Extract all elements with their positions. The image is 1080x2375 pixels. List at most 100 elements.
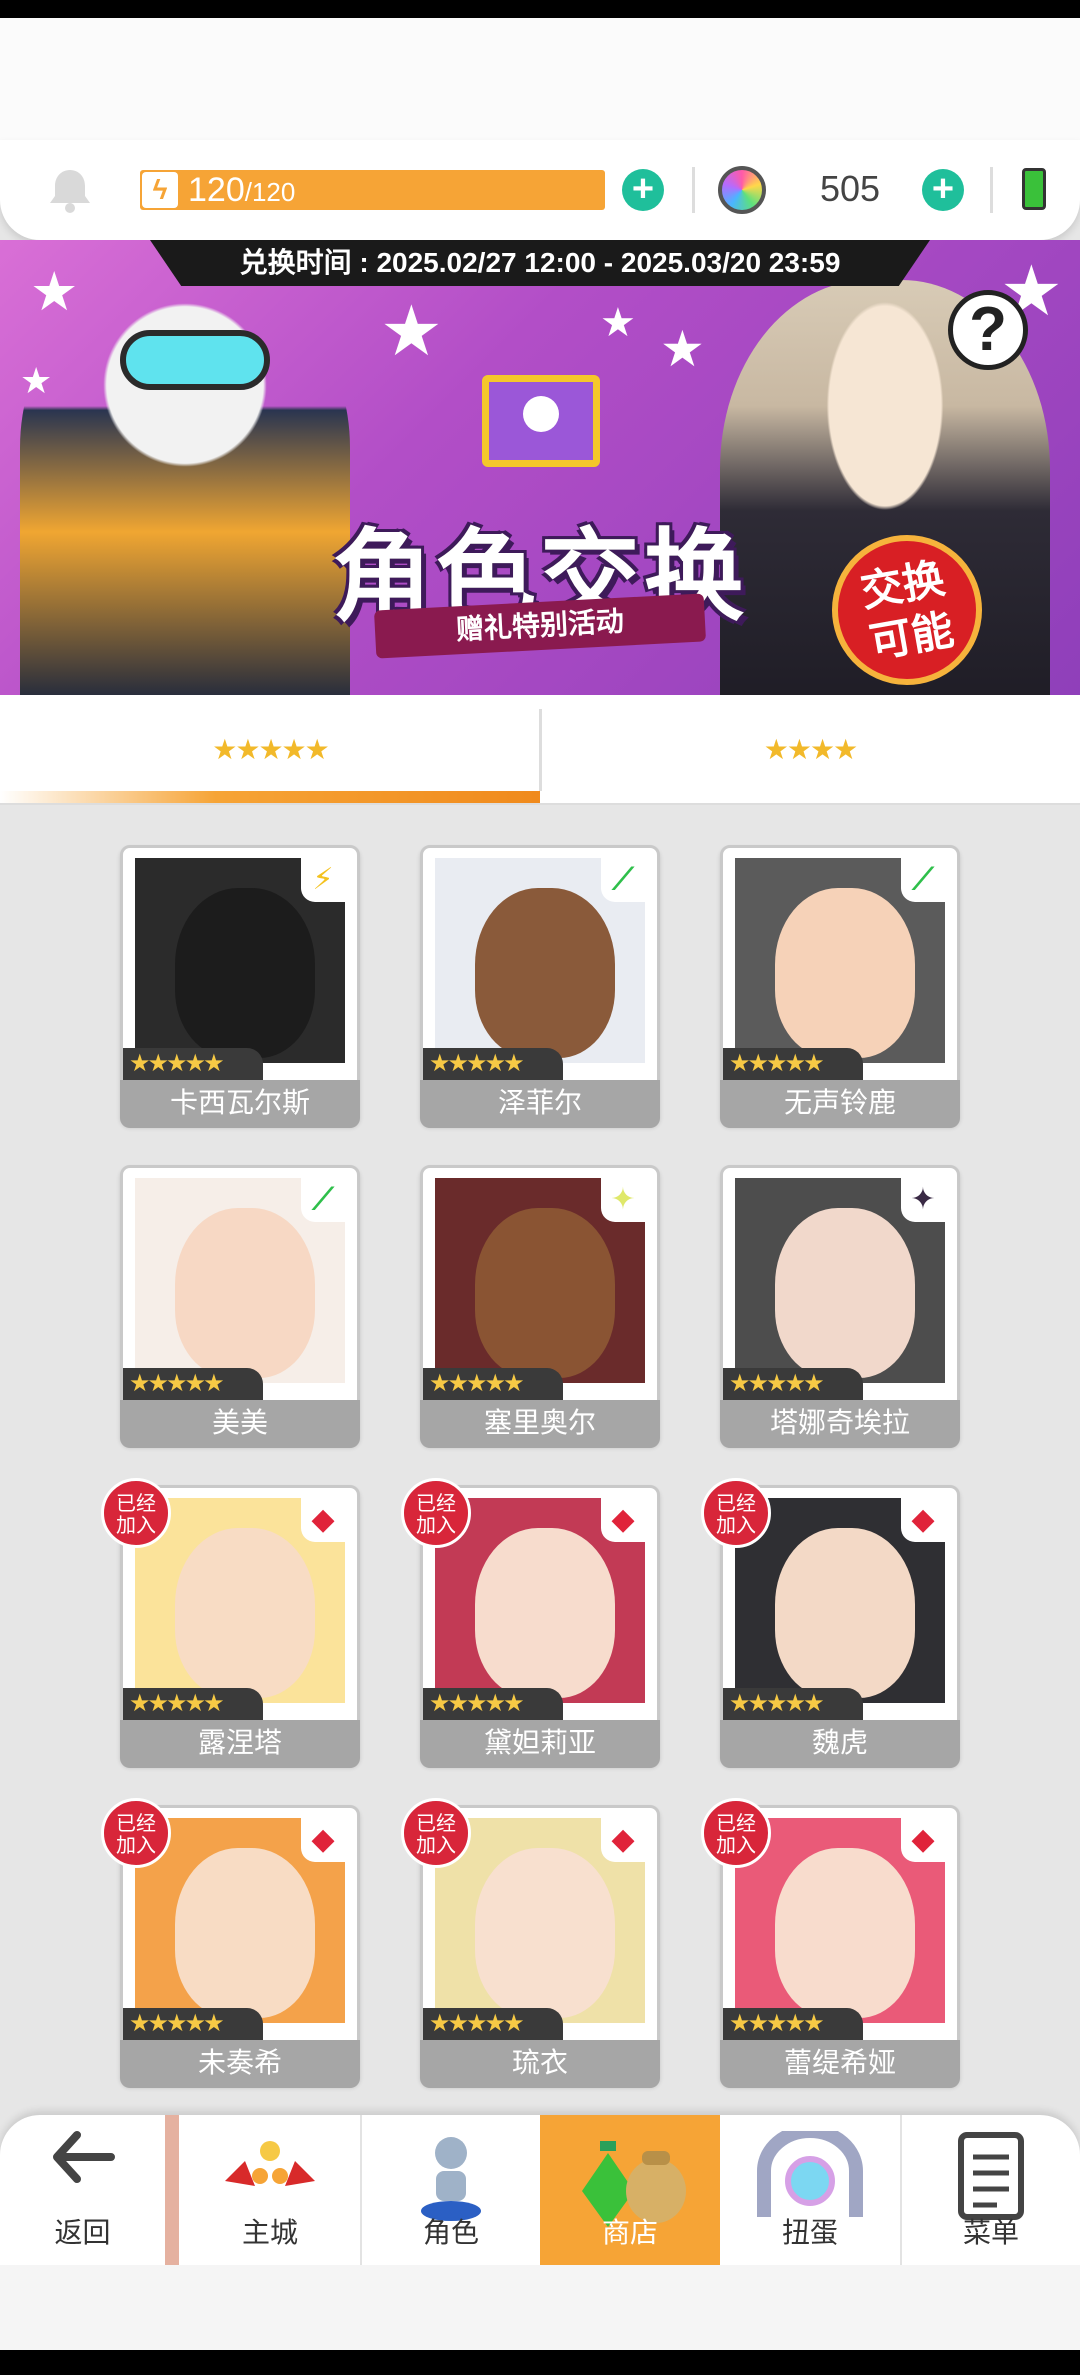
element-icon: ⟋ xyxy=(601,858,645,902)
character-face xyxy=(475,1848,615,2018)
back-label: 返回 xyxy=(54,2217,111,2248)
back-button[interactable]: 返回 xyxy=(0,2115,165,2265)
joined-badge: 已经 加入 xyxy=(401,1478,471,1548)
main-city-label: 主城 xyxy=(241,2217,298,2248)
tab-label: ★★★★ xyxy=(763,734,858,765)
shop-label: 商店 xyxy=(601,2217,658,2248)
element-icon: ✦ xyxy=(601,1178,645,1222)
joined-text: 已经 xyxy=(416,1493,456,1515)
character-card[interactable]: ⟋ ★★★★★ 无声铃鹿 xyxy=(720,845,960,1128)
rarity-stars: ★★★★★ xyxy=(423,1368,563,1400)
character-card[interactable]: ⚡ ★★★★★ 卡西瓦尔斯 xyxy=(120,845,360,1128)
element-icon: ⟋ xyxy=(301,1178,345,1222)
joined-text: 已经 xyxy=(716,1813,756,1835)
nav-shop[interactable]: 商店 xyxy=(540,2115,720,2265)
element-icon: ◆ xyxy=(301,1818,345,1862)
bottom-nav: 返回 主城 角色 商店 扭蛋 菜单 xyxy=(0,2115,1080,2265)
exchange-time: 兑换时间 : 2025.02/27 12:00 - 2025.03/20 23:… xyxy=(150,240,930,286)
energy-current: 120 xyxy=(188,171,245,209)
nav-peek-portrait xyxy=(165,2115,179,2265)
character-face xyxy=(175,1528,315,1698)
add-energy-button[interactable]: + xyxy=(622,169,664,211)
character-card[interactable]: ◆ ★★★★★ 黛妲莉亚 已经 加入 xyxy=(401,1478,660,1768)
rarity-stars: ★★★★★ xyxy=(723,2008,863,2040)
element-icon: ◆ xyxy=(901,1498,945,1542)
element-icon: ✦ xyxy=(901,1178,945,1222)
joined-text: 已经 xyxy=(716,1493,756,1515)
character-card[interactable]: ⟋ ★★★★★ 泽菲尔 xyxy=(420,845,660,1128)
gem-icon xyxy=(718,166,766,214)
character-face xyxy=(175,1848,315,2018)
star-decoration: ★ xyxy=(660,321,705,377)
element-icon: ⚡ xyxy=(301,858,345,902)
nav-main-city[interactable]: 主城 xyxy=(180,2115,360,2265)
tab-4-star[interactable]: ★★★★ xyxy=(540,695,1080,805)
battery-icon xyxy=(1022,168,1046,210)
element-icon: ◆ xyxy=(601,1498,645,1542)
star-decoration: ★ xyxy=(380,292,443,370)
joined-text: 已经 xyxy=(116,1493,156,1515)
joined-badge: 已经 加入 xyxy=(701,1478,771,1548)
character-face xyxy=(475,1528,615,1698)
character-face xyxy=(175,888,315,1058)
tab-5-star[interactable]: ★★★★★ xyxy=(0,695,540,805)
character-card[interactable]: ◆ ★★★★★ 蕾缇希娅 已经 加入 xyxy=(701,1798,960,2088)
castle-icon xyxy=(215,2131,325,2218)
menu-label: 菜单 xyxy=(962,2217,1019,2248)
resource-bar: ϟ 120/120 + 505 + xyxy=(0,140,1080,240)
star-decoration: ★ xyxy=(600,301,636,345)
bell-icon[interactable] xyxy=(45,166,95,214)
energy-icon: ϟ xyxy=(142,172,178,208)
home-indicator-area xyxy=(0,2265,1080,2350)
nav-role[interactable]: 角色 xyxy=(362,2115,540,2265)
character-name: 露涅塔 xyxy=(120,1720,360,1768)
divider xyxy=(990,167,993,213)
character-name: 魏虎 xyxy=(720,1720,960,1768)
joined-badge: 已经 加入 xyxy=(401,1798,471,1868)
rarity-stars: ★★★★★ xyxy=(123,1368,263,1400)
character-card[interactable]: ✦ ★★★★★ 塔娜奇埃拉 xyxy=(720,1165,960,1448)
gacha-label: 扭蛋 xyxy=(781,2217,838,2248)
energy-bar: ϟ 120/120 xyxy=(140,170,605,210)
joined-text: 加入 xyxy=(716,1515,756,1537)
joined-text: 加入 xyxy=(116,1835,156,1857)
character-card[interactable]: ✦ ★★★★★ 塞里奥尔 xyxy=(420,1165,660,1448)
character-card[interactable]: ◆ ★★★★★ 未奏希 已经 加入 xyxy=(101,1798,360,2088)
rarity-stars: ★★★★★ xyxy=(723,1368,863,1400)
rarity-stars: ★★★★★ xyxy=(723,1688,863,1720)
character-name: 蕾缇希娅 xyxy=(720,2040,960,2088)
rarity-stars: ★★★★★ xyxy=(123,1048,263,1080)
rarity-tabs: ★★★★★ ★★★★ xyxy=(0,695,1080,805)
energy-max: /120 xyxy=(244,177,296,207)
goggles xyxy=(120,330,270,390)
nav-gacha[interactable]: 扭蛋 xyxy=(720,2115,900,2265)
active-tab-indicator xyxy=(0,791,540,803)
role-label: 角色 xyxy=(422,2217,479,2248)
character-face xyxy=(175,1208,315,1378)
character-face xyxy=(475,888,615,1058)
character-face xyxy=(775,888,915,1058)
rarity-stars: ★★★★★ xyxy=(723,1048,863,1080)
joined-text: 已经 xyxy=(116,1813,156,1835)
event-banner: ★ ★ ★ ★ ★ ★ 兑换时间 : 2025.02/27 12:00 - 20… xyxy=(0,240,1080,695)
character-card[interactable]: ◆ ★★★★★ 魏虎 已经 加入 xyxy=(701,1478,960,1768)
envelope-icon xyxy=(482,375,600,467)
element-icon: ◆ xyxy=(901,1818,945,1862)
character-card[interactable]: ⟋ ★★★★★ 美美 xyxy=(120,1165,360,1448)
tab-label: ★★★★★ xyxy=(212,734,330,765)
character-name: 塔娜奇埃拉 xyxy=(720,1400,960,1448)
character-name: 无声铃鹿 xyxy=(720,1080,960,1128)
character-name: 美美 xyxy=(120,1400,360,1448)
character-face xyxy=(475,1208,615,1378)
add-gem-button[interactable]: + xyxy=(922,169,964,211)
gem-count: 505 xyxy=(820,168,881,209)
back-arrow-icon xyxy=(51,2131,115,2190)
character-card[interactable]: ◆ ★★★★★ 露涅塔 已经 加入 xyxy=(101,1478,360,1768)
rarity-stars: ★★★★★ xyxy=(423,2008,563,2040)
joined-text: 加入 xyxy=(716,1835,756,1857)
help-button[interactable]: ? xyxy=(948,290,1028,370)
nav-menu[interactable]: 菜单 xyxy=(902,2115,1080,2265)
joined-text: 加入 xyxy=(416,1835,456,1857)
top-spacer xyxy=(0,18,1080,158)
character-card[interactable]: ◆ ★★★★★ 琉衣 已经 加入 xyxy=(401,1798,660,2088)
